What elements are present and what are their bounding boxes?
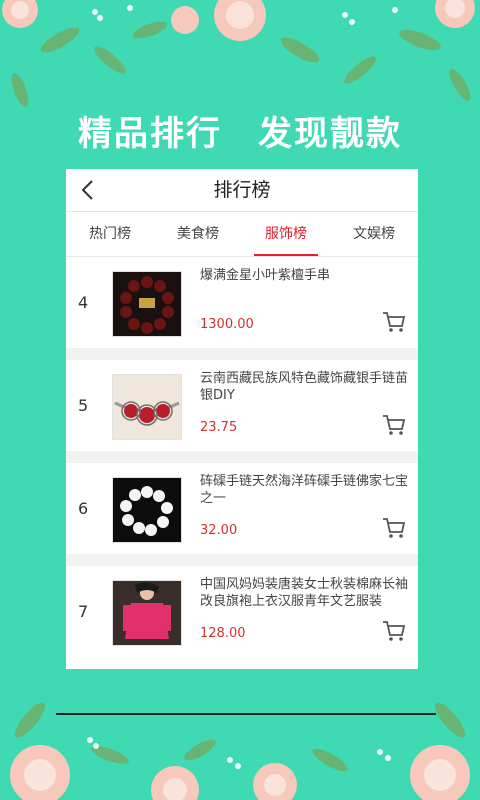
floral-decoration-top <box>2 0 475 108</box>
product-name[interactable]: 中国风妈妈装唐装女士秋装棉麻长袖改良旗袍上衣汉服青年文艺服装 <box>200 576 410 610</box>
rank-number: 6 <box>78 499 89 518</box>
product-price: 23.75 <box>200 420 238 435</box>
ranking-list: 4 爆满金星小叶紫檀手串 1300.00 5 云南西藏民族风特色藏饰藏银手链苗银… <box>66 257 418 657</box>
tab-hot[interactable]: 热门榜 <box>66 212 154 256</box>
list-item[interactable]: 7 中国风妈妈装唐装女士秋装棉麻长袖改良旗袍上衣汉服青年文艺服装 128.00 <box>66 566 418 657</box>
cart-icon[interactable] <box>382 414 406 436</box>
product-image-bracelet-sandalwood <box>112 271 182 337</box>
category-tabs: 热门榜 美食榜 服饰榜 文娱榜 <box>66 212 418 257</box>
cart-icon[interactable] <box>382 620 406 642</box>
product-price: 32.00 <box>200 523 238 538</box>
product-image-bracelet-white-beads <box>112 477 182 543</box>
tab-food[interactable]: 美食榜 <box>154 212 242 256</box>
promo-headline: 精品排行 发现靓款 <box>78 114 402 154</box>
product-name[interactable]: 云南西藏民族风特色藏饰藏银手链苗银DIY <box>200 370 410 404</box>
product-image-bracelet-silver <box>112 374 182 440</box>
list-item[interactable]: 5 云南西藏民族风特色藏饰藏银手链苗银DIY 23.75 <box>66 360 418 451</box>
product-name[interactable]: 爆满金星小叶紫檀手串 <box>200 267 410 284</box>
product-image-pink-jacket <box>112 580 182 646</box>
page-title: 排行榜 <box>213 179 271 201</box>
rank-number: 5 <box>78 396 89 415</box>
chevron-left-icon[interactable] <box>76 177 102 203</box>
top-bar: 排行榜 <box>66 169 418 212</box>
list-item[interactable]: 4 爆满金星小叶紫檀手串 1300.00 <box>66 257 418 348</box>
tab-entertainment[interactable]: 文娱榜 <box>330 212 418 256</box>
floral-decoration-bottom <box>10 702 470 800</box>
rank-number: 4 <box>78 293 89 312</box>
product-price: 128.00 <box>200 626 246 641</box>
cart-icon[interactable] <box>382 517 406 539</box>
ranking-panel: 排行榜 热门榜 美食榜 服饰榜 文娱榜 4 爆满金星小叶紫檀手串 1300.00… <box>66 169 418 669</box>
list-item[interactable]: 6 砗磲手链天然海洋砗磲手链佛家七宝之一 32.00 <box>66 463 418 554</box>
cart-icon[interactable] <box>382 311 406 333</box>
product-price: 1300.00 <box>200 317 254 332</box>
tab-fashion[interactable]: 服饰榜 <box>242 212 330 256</box>
rank-number: 7 <box>78 602 89 621</box>
product-name[interactable]: 砗磲手链天然海洋砗磲手链佛家七宝之一 <box>200 473 410 507</box>
